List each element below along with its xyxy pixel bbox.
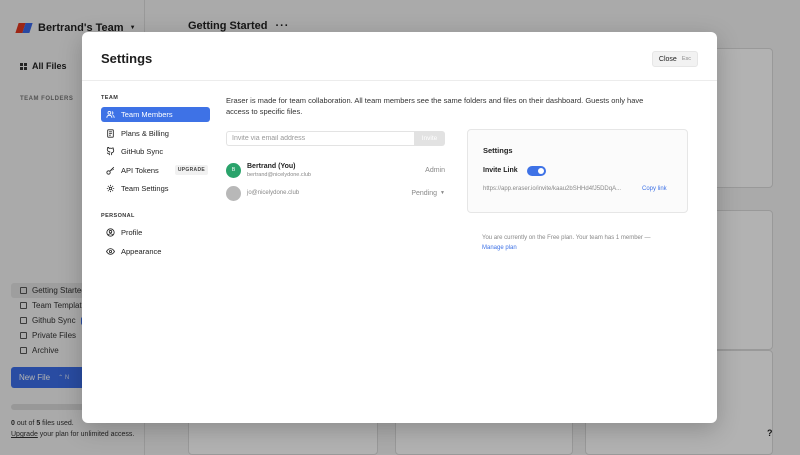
- role-dropdown[interactable]: Pending ▼: [411, 190, 445, 197]
- gear-icon: [106, 184, 115, 193]
- member-row: B Bertrand (You) bertrand@nicelydone.clu…: [226, 160, 445, 180]
- member-name: Bertrand (You): [247, 162, 296, 170]
- nav-item-team-members[interactable]: Team Members: [101, 107, 210, 122]
- role-label: Pending: [411, 189, 438, 197]
- member-role: Admin: [425, 167, 445, 174]
- avatar: B: [226, 162, 241, 178]
- card-title: Settings: [483, 146, 513, 155]
- modal-title: Settings: [101, 51, 153, 66]
- copy-link-button[interactable]: Copy link: [642, 186, 667, 192]
- users-icon: [106, 110, 115, 119]
- manage-plan-link[interactable]: Manage plan: [482, 245, 517, 251]
- nav-item-api-tokens[interactable]: API Tokens UPGRADE: [101, 163, 210, 178]
- chevron-down-icon: ▼: [440, 190, 445, 196]
- invite-button[interactable]: Invite: [414, 131, 445, 146]
- nav-item-label: Plans & Billing: [121, 128, 169, 138]
- nav-item-label: GitHub Sync: [121, 147, 164, 156]
- role-label: Admin: [425, 166, 445, 174]
- settings-modal: Settings Close Esc TEAM Team Members Pla…: [82, 32, 717, 423]
- member-email: bertrand@nicelydone.club: [247, 171, 311, 178]
- nav-section-personal: PERSONAL: [101, 213, 135, 219]
- nav-item-label: Appearance: [121, 246, 162, 256]
- settings-nav: TEAM Team Members Plans & Billing GitHub…: [101, 95, 210, 262]
- nav-item-plans-billing[interactable]: Plans & Billing: [101, 126, 210, 141]
- invite-email-input[interactable]: [226, 131, 414, 146]
- invite-url: https://app.eraser.io/invite/kaau2bSHHd4…: [483, 186, 622, 192]
- invite-settings-card: Settings Invite Link https://app.eraser.…: [467, 129, 688, 213]
- nav-item-profile[interactable]: Profile: [101, 225, 210, 240]
- team-intro-text: Eraser is made for team collaboration. A…: [226, 96, 644, 116]
- nav-section-team: TEAM: [101, 95, 119, 101]
- user-circle-icon: [106, 228, 115, 237]
- invite-link-label: Invite Link: [483, 167, 518, 174]
- nav-item-label: Team Settings: [121, 184, 169, 193]
- nav-item-github-sync[interactable]: GitHub Sync: [101, 144, 210, 159]
- member-info: Bertrand (You) bertrand@nicelydone.club: [247, 162, 311, 179]
- close-label: Close: [658, 55, 677, 63]
- nav-item-label: API Tokens: [121, 165, 159, 175]
- key-icon: [106, 166, 115, 175]
- member-email: jo@nicelydone.club: [247, 190, 300, 196]
- nav-item-appearance[interactable]: Appearance: [101, 244, 210, 259]
- member-info: jo@nicelydone.club: [247, 189, 299, 197]
- github-icon: [106, 147, 115, 156]
- plan-note-text: You are currently on the Free plan. Your…: [482, 235, 651, 241]
- modal-header: Settings Close Esc: [82, 32, 717, 81]
- close-shortcut: Esc: [681, 56, 691, 62]
- upgrade-tag: UPGRADE: [174, 165, 208, 175]
- receipt-icon: [106, 128, 115, 138]
- nav-item-team-settings[interactable]: Team Settings: [101, 181, 210, 196]
- avatar: [226, 185, 241, 201]
- eye-icon: [106, 247, 115, 256]
- invite-link-toggle[interactable]: [527, 166, 546, 176]
- nav-item-label: Profile: [121, 228, 143, 237]
- invite-row: Invite: [226, 131, 445, 146]
- close-button[interactable]: Close Esc: [651, 51, 698, 67]
- nav-item-label: Team Members: [121, 110, 173, 119]
- member-row: jo@nicelydone.club Pending ▼: [226, 183, 445, 203]
- plan-note: You are currently on the Free plan. Your…: [482, 233, 652, 253]
